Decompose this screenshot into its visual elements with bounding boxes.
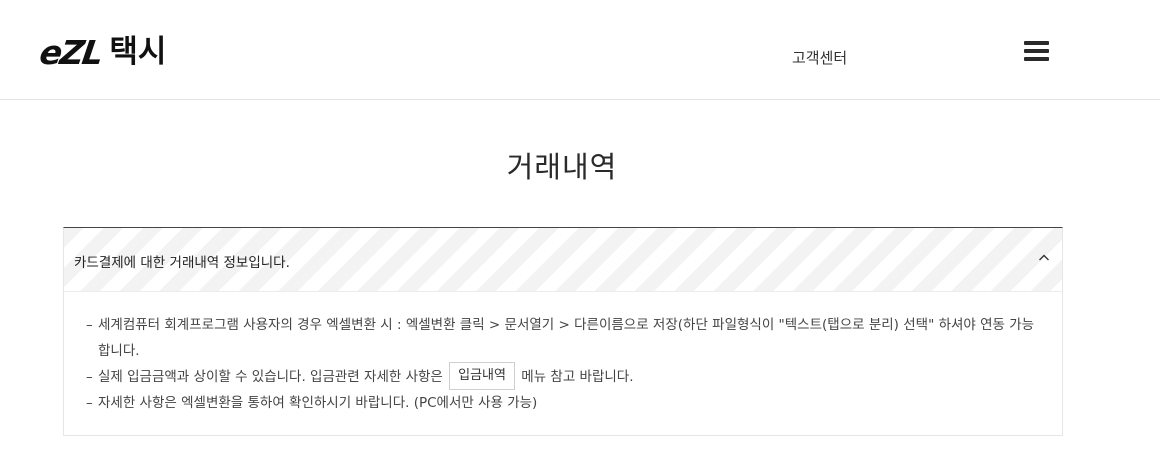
info-panel-body: – 세계컴퓨터 회계프로그램 사용자의 경우 엑셀변환 시 : 엑셀변환 클릭 … [64, 292, 1062, 416]
ezl-taxi-logo[interactable]: eZL 택시 [37, 30, 167, 74]
menu-bar [1024, 49, 1049, 53]
hamburger-menu-icon[interactable] [1024, 40, 1050, 62]
note-dash: – [86, 369, 93, 385]
info-panel-heading: 카드결제에 대한 거래내역 정보입니다. [74, 255, 290, 271]
customer-center-link[interactable]: 고객센터 [792, 47, 847, 68]
chevron-up-icon[interactable] [1038, 252, 1050, 264]
logo-mark: eZL [37, 32, 105, 72]
note-item: – 자세한 사항은 엑셀변환을 통하여 확인하시기 바랍니다. (PC에서만 사… [86, 390, 1040, 416]
site-header: eZL 택시 고객센터 [0, 0, 1160, 100]
note-item: – 실제 입금금액과 상이할 수 있습니다. 입금관련 자세한 사항은 입금내역… [86, 362, 1040, 390]
note-text: 자세한 사항은 엑셀변환을 통하여 확인하시기 바랍니다. (PC에서만 사용 … [98, 395, 538, 411]
note-text: 메뉴 참고 바랍니다. [521, 369, 634, 385]
logo-subtitle: 택시 [109, 33, 167, 70]
note-text: 세계컴퓨터 회계프로그램 사용자의 경우 엑셀변환 시 : 엑셀변환 클릭 > … [98, 317, 1035, 359]
page-title: 거래내역 [506, 150, 618, 184]
info-panel: 카드결제에 대한 거래내역 정보입니다. – 세계컴퓨터 회계프로그램 사용자의… [63, 227, 1063, 436]
note-dash: – [86, 317, 93, 333]
menu-bar [1024, 57, 1049, 61]
menu-bar [1024, 41, 1049, 45]
note-dash: – [86, 395, 93, 411]
info-panel-header[interactable]: 카드결제에 대한 거래내역 정보입니다. [64, 228, 1062, 292]
note-item: – 세계컴퓨터 회계프로그램 사용자의 경우 엑셀변환 시 : 엑셀변환 클릭 … [86, 312, 1040, 364]
deposit-history-button[interactable]: 입금내역 [449, 362, 515, 390]
note-text: 실제 입금금액과 상이할 수 있습니다. 입금관련 자세한 사항은 [98, 369, 443, 385]
